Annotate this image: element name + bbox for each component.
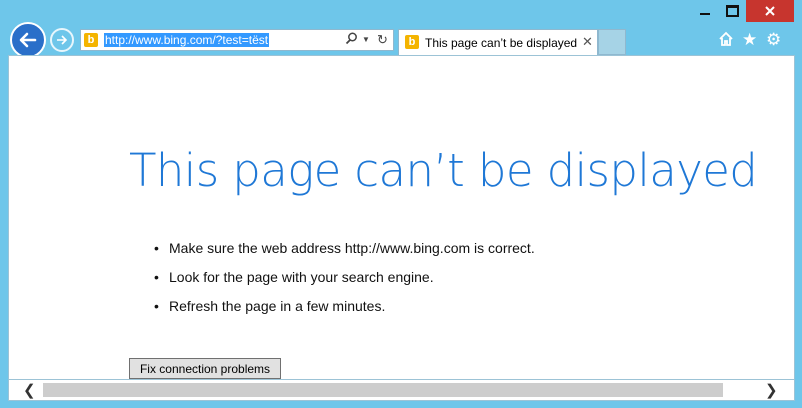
bing-favicon-icon: b [84, 33, 98, 47]
fix-connection-button[interactable]: Fix connection problems [129, 358, 281, 379]
search-icon[interactable] [345, 32, 358, 49]
page-content: This page can’t be displayed Make sure t… [8, 55, 795, 380]
settings-icon[interactable]: ⚙ [766, 31, 781, 49]
scrollbar-thumb[interactable] [43, 383, 723, 397]
browser-window: b http://www.bing.com/?test=tëst ▼ ↻ b T… [0, 0, 802, 408]
bing-favicon-icon: b [405, 35, 419, 49]
close-button[interactable] [746, 0, 794, 22]
forward-button[interactable] [50, 28, 74, 52]
chevron-right-icon[interactable]: ❯ [765, 381, 778, 399]
tab-close-icon[interactable]: ✕ [582, 34, 593, 50]
list-item: Refresh the page in a few minutes. [154, 297, 535, 326]
maximize-icon [725, 5, 739, 17]
new-tab-button[interactable] [598, 29, 626, 55]
address-bar[interactable]: b http://www.bing.com/?test=tëst ▼ ↻ [80, 29, 394, 51]
minimize-button[interactable] [692, 0, 718, 22]
tab-title: This page can’t be displayed [425, 36, 578, 50]
horizontal-scrollbar[interactable]: ❮ ❯ [8, 380, 795, 401]
refresh-icon[interactable]: ↻ [377, 32, 388, 48]
tab-active[interactable]: b This page can’t be displayed ✕ [398, 29, 598, 55]
close-icon [765, 6, 775, 16]
list-item: Look for the page with your search engin… [154, 268, 535, 297]
dropdown-icon[interactable]: ▼ [362, 32, 370, 48]
page-title: This page can’t be displayed [129, 144, 758, 197]
list-item: Make sure the web address http://www.bin… [154, 239, 535, 268]
url-text[interactable]: http://www.bing.com/?test=tëst [104, 33, 270, 47]
back-button[interactable] [10, 22, 46, 58]
tips-list: Make sure the web address http://www.bin… [154, 239, 535, 326]
forward-arrow-icon [57, 35, 68, 45]
minimize-icon [700, 13, 710, 15]
back-arrow-icon [19, 32, 37, 48]
chevron-left-icon[interactable]: ❮ [23, 381, 36, 399]
maximize-button[interactable] [719, 0, 745, 22]
home-icon[interactable] [718, 31, 734, 51]
favorites-icon[interactable]: ★ [742, 31, 757, 49]
